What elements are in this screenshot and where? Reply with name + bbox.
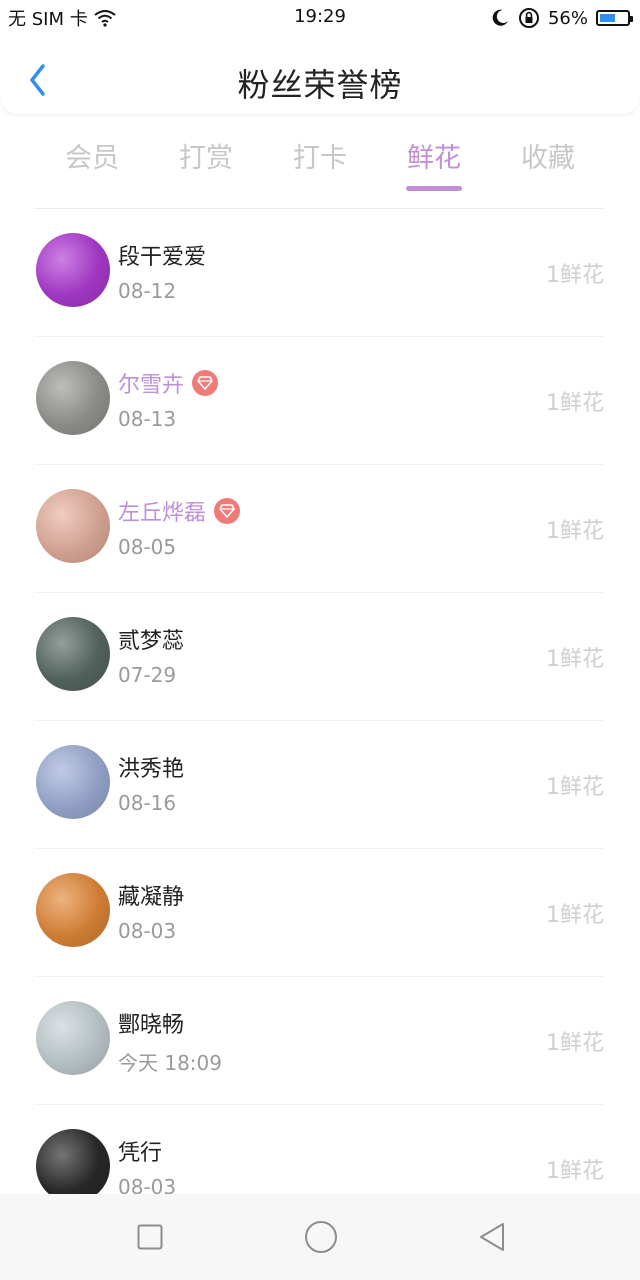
back-icon: [477, 1221, 507, 1253]
date-text: 08-03: [118, 919, 177, 943]
name-line: 贰梦蕊: [118, 623, 184, 655]
tab-reward[interactable]: 打赏: [156, 136, 256, 175]
tab-active-underline: [406, 186, 462, 191]
fan-name[interactable]: 洪秀艳: [118, 751, 184, 783]
status-bar: 无 SIM 卡 19:29 56%: [0, 0, 640, 36]
tab-checkin[interactable]: 打卡: [270, 136, 370, 175]
tab-label: 打卡: [293, 143, 347, 174]
avatar[interactable]: [36, 1129, 110, 1203]
recent-apps-icon: [137, 1224, 163, 1250]
screen: 无 SIM 卡 19:29 56% 粉丝荣誉榜 会员 打赏 打卡 鲜花 收藏 段…: [0, 0, 640, 1280]
home-button[interactable]: [281, 1194, 361, 1280]
fan-list: 段干爱爱 08-12 1鲜花 尔雪卉 08-13 1鲜花 左丘烨磊 08-05 1鲜花 贰梦蕊 07…: [0, 208, 640, 1232]
fan-name[interactable]: 酆晓畅: [118, 1007, 184, 1039]
date-text: 07-29: [118, 663, 177, 687]
tab-label: 收藏: [521, 143, 575, 174]
flower-count: 1鲜花: [546, 391, 604, 416]
battery-fill: [600, 14, 615, 22]
list-item[interactable]: 贰梦蕊 07-29 1鲜花: [34, 592, 604, 720]
battery-icon: [596, 10, 633, 26]
date-text: 08-05: [118, 535, 177, 559]
tab-flowers[interactable]: 鲜花: [384, 136, 484, 191]
page-title: 粉丝荣誉榜: [237, 66, 403, 104]
battery-percent: 56%: [547, 7, 588, 29]
flower-count: 1鲜花: [546, 903, 604, 928]
flower-count: 1鲜花: [546, 1031, 604, 1056]
list-item[interactable]: 段干爱爱 08-12 1鲜花: [34, 208, 604, 336]
date-text: 08-16: [118, 791, 177, 815]
flower-count: 1鲜花: [546, 775, 604, 800]
flower-count: 1鲜花: [546, 647, 604, 672]
tab-favorites[interactable]: 收藏: [498, 136, 598, 175]
avatar[interactable]: [36, 233, 110, 307]
home-icon: [304, 1220, 338, 1254]
avatar[interactable]: [36, 489, 110, 563]
avatar[interactable]: [36, 1001, 110, 1075]
status-right: 56%: [490, 7, 640, 29]
name-line: 洪秀艳: [118, 751, 184, 783]
list-item[interactable]: 尔雪卉 08-13 1鲜花: [34, 336, 604, 464]
fan-name[interactable]: 凭行: [118, 1135, 162, 1167]
name-line: 段干爱爱: [118, 239, 206, 271]
avatar[interactable]: [36, 745, 110, 819]
rotation-lock-icon: [518, 7, 540, 29]
vip-diamond-icon: [214, 498, 241, 524]
wifi-icon: [94, 9, 116, 27]
vip-diamond-icon: [192, 370, 219, 396]
avatar[interactable]: [36, 873, 110, 947]
moon-icon: [490, 8, 510, 28]
list-item[interactable]: 洪秀艳 08-16 1鲜花: [34, 720, 604, 848]
flower-count: 1鲜花: [546, 263, 604, 288]
date-text: 今天 18:09: [118, 1051, 222, 1075]
flower-count: 1鲜花: [546, 519, 604, 544]
recent-apps-button[interactable]: [110, 1194, 190, 1280]
flower-count: 1鲜花: [546, 1159, 604, 1184]
header: 粉丝荣誉榜: [0, 36, 640, 114]
fan-name[interactable]: 贰梦蕊: [118, 623, 184, 655]
name-line: 尔雪卉: [118, 367, 219, 399]
status-left: 无 SIM 卡: [0, 5, 116, 31]
list-item[interactable]: 酆晓畅今天 18:09 1鲜花: [34, 976, 604, 1104]
fan-name[interactable]: 段干爱爱: [118, 239, 206, 271]
system-back-button[interactable]: [452, 1194, 532, 1280]
list-item[interactable]: 藏凝静 08-03 1鲜花: [34, 848, 604, 976]
avatar[interactable]: [36, 361, 110, 435]
name-line: 藏凝静: [118, 879, 184, 911]
system-navigation-bar: [0, 1194, 640, 1280]
fan-name[interactable]: 尔雪卉: [118, 367, 184, 399]
avatar[interactable]: [36, 617, 110, 691]
date-text: 08-12: [118, 279, 177, 303]
name-line: 酆晓畅: [118, 1007, 184, 1039]
fan-name[interactable]: 左丘烨磊: [118, 495, 206, 527]
carrier-text: 无 SIM 卡: [8, 9, 88, 30]
list-item[interactable]: 左丘烨磊 08-05 1鲜花: [34, 464, 604, 592]
tab-bar: 会员 打赏 打卡 鲜花 收藏: [0, 130, 640, 191]
tab-label: 打赏: [179, 143, 233, 174]
name-line: 凭行: [118, 1135, 162, 1167]
name-line: 左丘烨磊: [118, 495, 241, 527]
date-text: 08-13: [118, 407, 177, 431]
tab-membership[interactable]: 会员: [42, 136, 142, 175]
tab-label: 鲜花: [407, 143, 461, 174]
tab-label: 会员: [65, 143, 119, 174]
fan-name[interactable]: 藏凝静: [118, 879, 184, 911]
